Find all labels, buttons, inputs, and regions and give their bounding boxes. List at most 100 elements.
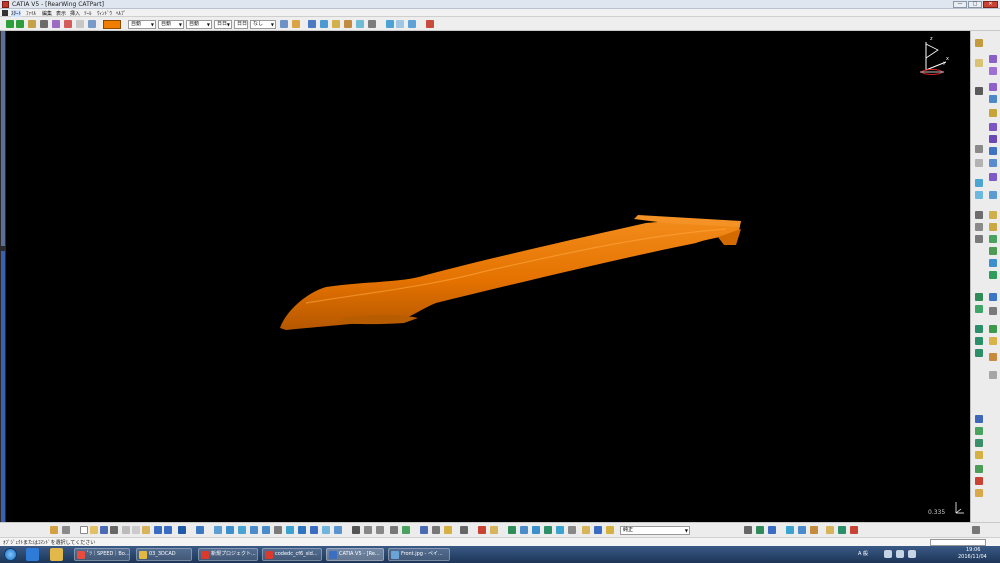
brush-icon[interactable]: [40, 20, 48, 28]
stop-icon[interactable]: [850, 526, 858, 534]
rib-icon[interactable]: [989, 123, 997, 131]
move-icon[interactable]: [6, 20, 14, 28]
markup-icon[interactable]: [810, 526, 818, 534]
view-icon[interactable]: [408, 20, 416, 28]
dimension-icon[interactable]: [76, 20, 84, 28]
snap-icon[interactable]: [582, 526, 590, 534]
loft-icon[interactable]: [989, 159, 997, 167]
task-project[interactable]: 新規プロジェクト...: [198, 548, 258, 561]
groove-icon[interactable]: [989, 95, 997, 103]
menu-window[interactable]: ｳｨﾝﾄﾞｳ: [97, 10, 112, 17]
constraint-icon[interactable]: [975, 427, 983, 435]
apply-material-icon[interactable]: [975, 415, 983, 423]
formula-icon[interactable]: [352, 526, 360, 534]
help-icon[interactable]: [178, 526, 186, 534]
circle-icon[interactable]: [975, 223, 983, 231]
macro-icon[interactable]: [826, 526, 834, 534]
part-design-icon[interactable]: [975, 39, 983, 47]
sketch-icon[interactable]: [88, 20, 96, 28]
assemble-icon[interactable]: [975, 325, 983, 333]
point-icon[interactable]: [975, 179, 983, 187]
depth-icon[interactable]: [568, 526, 576, 534]
render-icon[interactable]: [356, 20, 364, 28]
task-codedc[interactable]: codedc_cf6_sld...: [262, 548, 322, 561]
clock-time[interactable]: 19:06: [966, 547, 980, 553]
print-icon[interactable]: [110, 526, 118, 534]
menu-help[interactable]: ﾍﾙﾌﾟ: [116, 10, 126, 17]
move-icon[interactable]: [16, 20, 24, 28]
thickness-icon[interactable]: [989, 223, 997, 231]
fit-all-icon[interactable]: [214, 526, 222, 534]
grid-icon[interactable]: [308, 20, 316, 28]
multi-view-icon[interactable]: [286, 526, 294, 534]
compass-axis-icon[interactable]: z x y: [912, 34, 952, 78]
color-swatch[interactable]: [103, 20, 121, 29]
spline-icon[interactable]: [975, 235, 983, 243]
new-file-icon[interactable]: [80, 526, 88, 534]
swap-visible-icon[interactable]: [334, 526, 342, 534]
pan-icon[interactable]: [226, 526, 234, 534]
plane-icon[interactable]: [975, 159, 983, 167]
mirror-icon[interactable]: [989, 247, 997, 255]
measure-icon[interactable]: [989, 371, 997, 379]
redo-icon[interactable]: [164, 526, 172, 534]
command-input[interactable]: [930, 539, 986, 546]
script-icon[interactable]: [838, 526, 846, 534]
open-file-icon[interactable]: [90, 526, 98, 534]
pencil-icon[interactable]: [28, 20, 36, 28]
clock-date[interactable]: 2016/11/04: [958, 554, 987, 560]
grid-icon[interactable]: [544, 526, 552, 534]
pattern-icon[interactable]: [989, 259, 997, 267]
standard-select[interactable]: 純正 ▼: [620, 526, 690, 535]
point-select[interactable]: 日日 ▼: [214, 20, 232, 29]
task-3dcad[interactable]: 03_3DCAD: [136, 548, 192, 561]
split-icon[interactable]: [975, 293, 983, 301]
scan-icon[interactable]: [460, 526, 468, 534]
zoom-in-icon[interactable]: [250, 526, 258, 534]
maximize-button[interactable]: □: [968, 1, 982, 8]
network-icon[interactable]: [884, 550, 892, 558]
document-icon[interactable]: [2, 10, 8, 16]
add-icon[interactable]: [989, 325, 997, 333]
line-thickness-select[interactable]: 自動 ▼: [158, 20, 184, 29]
sketch-icon[interactable]: [975, 59, 983, 67]
task-catia[interactable]: CATIA V5 - [Re...: [326, 548, 384, 561]
explorer-icon[interactable]: [50, 548, 63, 561]
menu-start[interactable]: ｽﾀｰﾄ: [11, 10, 22, 17]
render-style-icon[interactable]: [532, 526, 540, 534]
hole-icon[interactable]: [989, 109, 997, 117]
task-speed[interactable]: ﾟﾂ｜SPEED｜Bo...: [74, 548, 130, 561]
link-icon[interactable]: [786, 526, 794, 534]
shaft-icon[interactable]: [989, 83, 997, 91]
fit-all-icon[interactable]: [396, 20, 404, 28]
table-icon[interactable]: [756, 526, 764, 534]
lighting-icon[interactable]: [556, 526, 564, 534]
stiffener-icon[interactable]: [989, 147, 997, 155]
scaling-icon[interactable]: [989, 271, 997, 279]
volume-icon[interactable]: [896, 550, 904, 558]
linetype-select[interactable]: 自動 ▼: [186, 20, 212, 29]
fly-mode-icon[interactable]: [196, 526, 204, 534]
shell-icon[interactable]: [989, 211, 997, 219]
view-mode-icon[interactable]: [520, 526, 528, 534]
copy-icon[interactable]: [132, 526, 140, 534]
line-icon[interactable]: [975, 145, 983, 153]
close-surface-icon[interactable]: [975, 305, 983, 313]
measure-icon[interactable]: [320, 20, 328, 28]
close-button[interactable]: ✕: [983, 1, 998, 8]
sew-surface-icon[interactable]: [989, 307, 997, 315]
remove-lump-icon[interactable]: [989, 353, 997, 361]
analysis-tool-icon[interactable]: [478, 526, 486, 534]
save-icon[interactable]: [100, 526, 108, 534]
thread-icon[interactable]: [989, 235, 997, 243]
material-icon[interactable]: [606, 526, 614, 534]
sketch-tool-icon[interactable]: [50, 526, 58, 534]
measure-between-icon[interactable]: [390, 526, 398, 534]
rotate-icon[interactable]: [238, 526, 246, 534]
shading-icon[interactable]: [310, 526, 318, 534]
measure-item-icon[interactable]: [402, 526, 410, 534]
knowledge-icon[interactable]: [444, 526, 452, 534]
intersect-icon[interactable]: [989, 337, 997, 345]
draft-icon[interactable]: [975, 211, 983, 219]
menu-tools[interactable]: ﾂｰﾙ: [84, 10, 92, 17]
